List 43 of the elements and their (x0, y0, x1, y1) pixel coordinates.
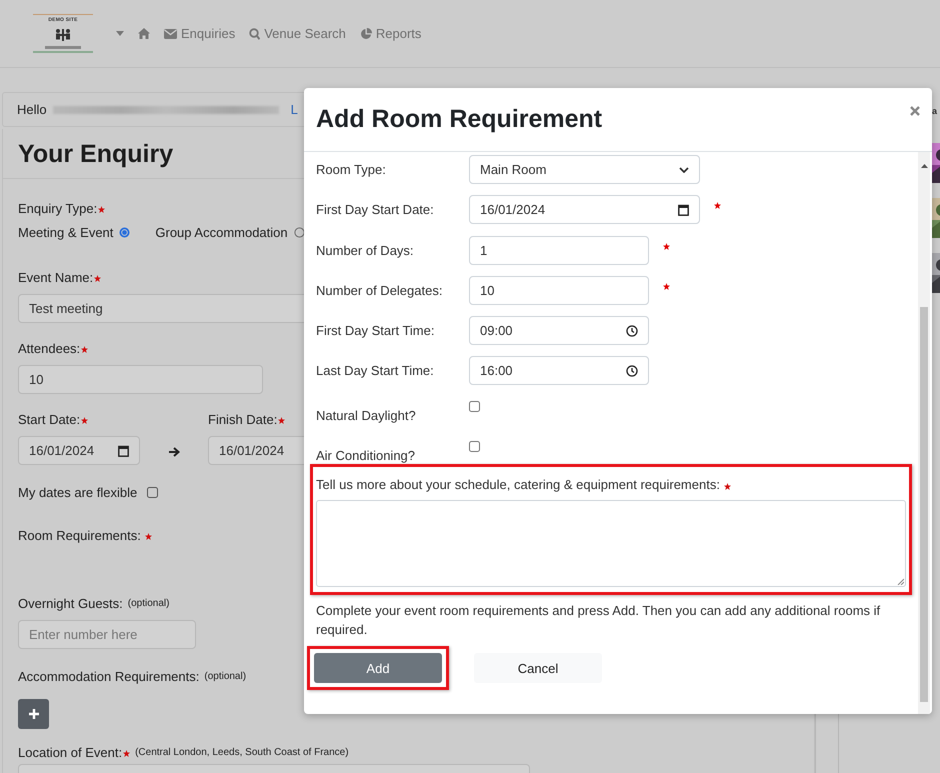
radio-label: Group Accommodation (155, 225, 288, 240)
time-field[interactable]: 09:00 (469, 316, 649, 346)
field-label: Accommodation Requirements: (18, 669, 200, 685)
date-field[interactable]: 16/01/2024 (18, 436, 140, 465)
field-label: Enquiry Type: (18, 201, 98, 217)
cancel-button[interactable]: Cancel (474, 653, 602, 684)
field-label: Overnight Guests: (18, 596, 123, 612)
number-field[interactable]: 1 (469, 236, 649, 265)
field-label: First Day Start Date: (316, 202, 435, 218)
field-label: Location of Event: (18, 745, 122, 761)
time-field[interactable]: 16:00 (469, 356, 649, 386)
date-value: 16/01/2024 (29, 443, 94, 458)
field-label: Number of Days: (316, 242, 415, 258)
field-label: Attendees: (18, 341, 80, 357)
checkbox-label: My dates are flexible (18, 485, 138, 500)
field-label: Tell us more about your schedule, catering & equipment requirements: (316, 477, 720, 492)
field-value: Main Room (480, 162, 546, 177)
optional-note: (optional) (128, 597, 170, 611)
radio-label: Meeting & Event (18, 225, 114, 240)
panel-heading: a (932, 106, 938, 116)
field-label: Last Day Start Time: (316, 363, 435, 378)
field-label: Room Requirements: (18, 528, 141, 544)
field-value: 09:00 (480, 323, 513, 338)
date-field[interactable]: 16/01/2024 (469, 195, 700, 224)
text-field[interactable]: 10 (18, 365, 263, 394)
field-label: Event Name: (18, 270, 94, 286)
field-value: 16/01/2024 (480, 202, 546, 218)
field-value: 1 (480, 242, 488, 258)
location-hint: (Central London, Leeds, South Coast of France) (135, 746, 349, 760)
field-label: Finish Date: (208, 412, 278, 428)
date-value: 16/01/2024 (219, 443, 284, 458)
field-label: Room Type: (316, 162, 387, 177)
greeting-text: Hello (17, 102, 47, 117)
field-value: 16:00 (480, 363, 513, 378)
field-label: First Day Start Time: (316, 323, 436, 338)
add-button[interactable]: Add (314, 653, 442, 684)
optional-note: (optional) (204, 670, 246, 684)
room-type-select[interactable]: Main Room (469, 155, 700, 184)
field-label: Start Date: (18, 412, 80, 428)
logout-link[interactable]: L (290, 102, 298, 117)
help-text: Complete your event room requirements and press Add. Then you can add any additional rooms if required. (316, 602, 882, 640)
field-label: Natural Daylight? (316, 408, 417, 425)
number-field[interactable]: 10 (469, 276, 649, 305)
